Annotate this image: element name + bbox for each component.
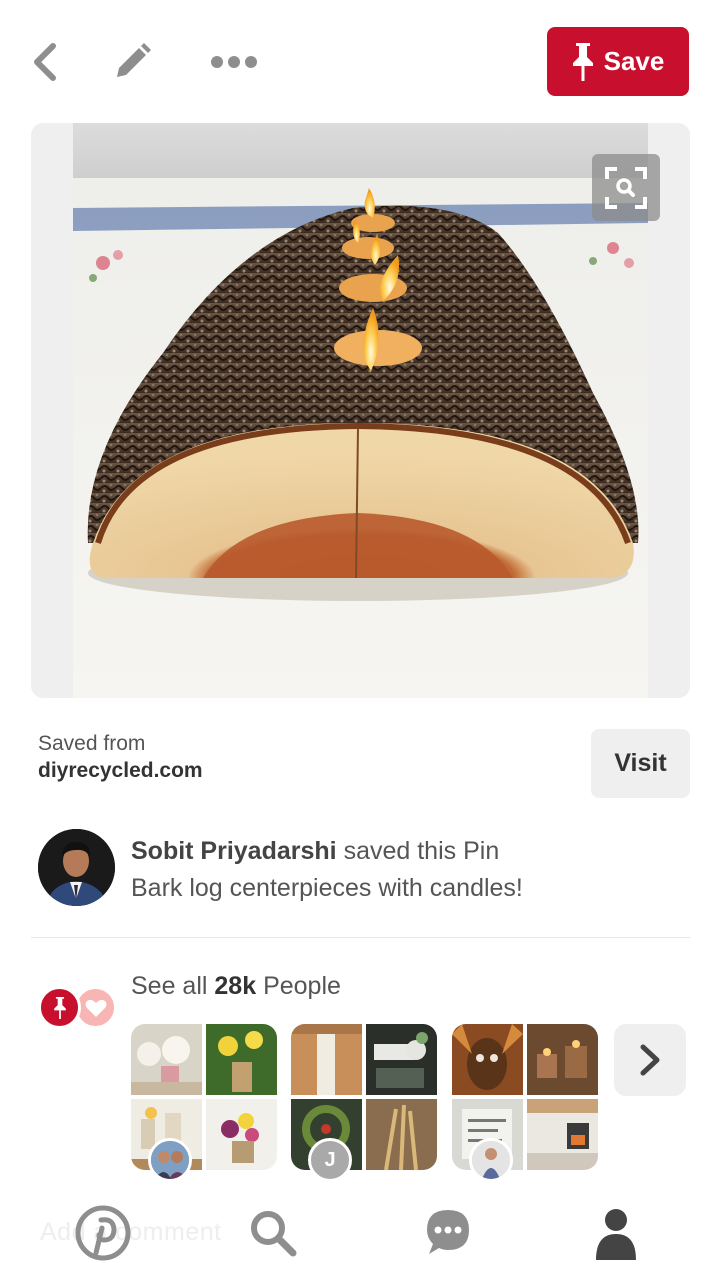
saves-reaction	[38, 986, 81, 1029]
visual-search-icon	[605, 166, 647, 209]
messages-icon	[427, 1210, 469, 1254]
save-button-label: Save	[603, 46, 665, 76]
saver-info: Sobit Priyadarshi saved this Pin Bark lo…	[131, 833, 691, 907]
board-tile-image	[452, 1024, 523, 1095]
nav-profile[interactable]	[592, 1204, 640, 1262]
top-bar: Save	[0, 0, 719, 120]
board-owner-avatar[interactable]	[148, 1138, 192, 1182]
board-tile-image	[527, 1024, 598, 1095]
next-boards-button[interactable]	[614, 1024, 686, 1096]
visit-button-label: Visit	[614, 749, 667, 777]
board-tile-image	[131, 1024, 202, 1095]
nav-messages[interactable]	[424, 1206, 472, 1258]
more-dots-icon	[211, 56, 257, 68]
visit-button[interactable]: Visit	[591, 729, 690, 798]
section-divider	[31, 937, 690, 938]
pin-image[interactable]	[73, 123, 648, 698]
saver-avatar-image	[38, 829, 115, 906]
board-owner-photo	[151, 1141, 189, 1179]
more-options-button[interactable]	[204, 40, 264, 84]
pin-description: Bark log centerpieces with candles!	[131, 874, 523, 902]
source-info: Saved from diyrecycled.com	[38, 732, 203, 786]
board-tile-image	[206, 1024, 277, 1095]
pinterest-logo-icon	[75, 1205, 131, 1261]
reaction-icons	[38, 986, 118, 1030]
pencil-icon	[117, 43, 151, 77]
board-owner-initial: J	[324, 1148, 336, 1171]
heart-icon	[85, 999, 106, 1017]
back-button[interactable]	[22, 38, 66, 86]
saver-avatar[interactable]	[38, 829, 115, 906]
board-tile-image	[291, 1024, 362, 1095]
board-tile-image	[527, 1099, 598, 1170]
profile-icon	[596, 1209, 636, 1260]
edit-button[interactable]	[108, 38, 156, 86]
chevron-right-icon	[640, 1044, 660, 1076]
pushpin-icon	[53, 996, 66, 1019]
saver-action-text: saved this Pin	[343, 837, 500, 865]
board-tile-image	[206, 1099, 277, 1170]
source-domain-link[interactable]: diyrecycled.com	[38, 756, 203, 786]
pushpin-icon	[572, 42, 593, 81]
source-label: Saved from	[38, 732, 146, 755]
people-prefix: See all	[131, 972, 208, 1000]
visual-search-button[interactable]	[592, 154, 660, 221]
people-suffix: People	[263, 972, 341, 1000]
people-count: 28k	[214, 972, 257, 1000]
board-tile-image	[366, 1024, 437, 1095]
save-button[interactable]: Save	[547, 27, 689, 96]
see-all-people-link[interactable]: See all 28k People	[131, 970, 341, 1002]
board-owner-avatar[interactable]: J	[308, 1138, 352, 1182]
back-chevron-icon	[34, 43, 56, 81]
saver-name-link[interactable]: Sobit Priyadarshi	[131, 837, 337, 865]
nav-home[interactable]	[74, 1204, 132, 1262]
nav-search[interactable]	[246, 1206, 300, 1260]
board-tile-image	[366, 1099, 437, 1170]
saver-line: Sobit Priyadarshi saved this Pin	[131, 833, 691, 870]
search-icon	[251, 1211, 297, 1257]
board-owner-photo	[472, 1141, 510, 1179]
board-owner-avatar[interactable]	[469, 1138, 513, 1182]
